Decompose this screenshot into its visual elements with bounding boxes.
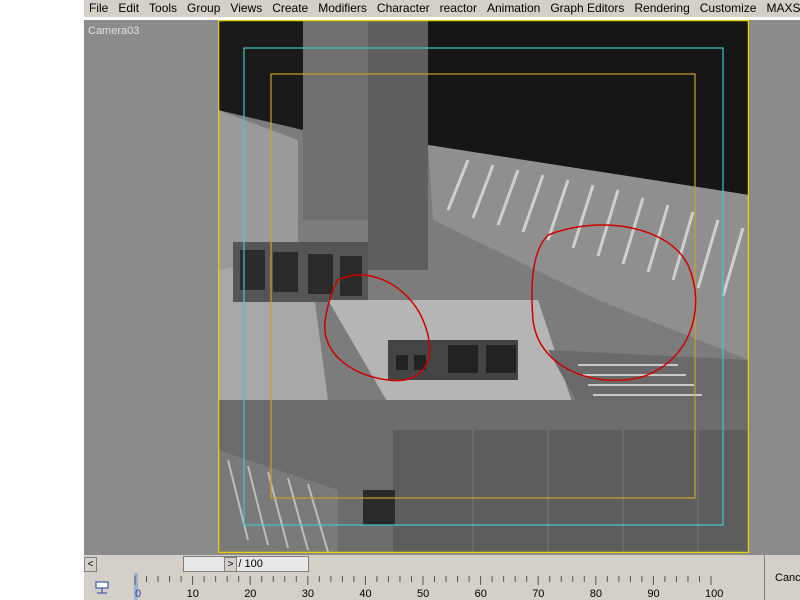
ruler-label: 30: [302, 588, 314, 600]
ruler-label: 90: [647, 588, 659, 600]
ruler-label: 70: [532, 588, 544, 600]
menu-item-file[interactable]: File: [84, 0, 113, 17]
menu-item-customize[interactable]: Customize: [695, 0, 762, 17]
ruler-label: 10: [187, 588, 199, 600]
time-slider[interactable]: 0 / 100: [183, 556, 309, 572]
menu-bar: File Edit Tools Group Views Create Modifiers Ch…: [84, 0, 800, 17]
menu-item-group[interactable]: Group: [182, 0, 225, 17]
frame-ruler[interactable]: 0 10 20 30 40 50 60 70 80 90 100: [134, 573, 764, 600]
menu-item-create[interactable]: Create: [267, 0, 313, 17]
camera-viewport-render[interactable]: [218, 20, 749, 553]
chevron-left-icon[interactable]: <: [84, 557, 97, 572]
ruler-label: 60: [475, 588, 487, 600]
menu-item-animation[interactable]: Animation: [482, 0, 545, 17]
ruler-label: 100: [705, 588, 723, 600]
key-mode-icon[interactable]: [94, 579, 112, 595]
time-slider-bar: < 0 / 100 >: [84, 555, 800, 573]
viewport-label[interactable]: Camera03: [88, 25, 139, 37]
ruler-label: 0: [135, 588, 141, 600]
right-panel: Canc: [764, 555, 800, 600]
menu-item-maxscript[interactable]: MAXScript: [761, 0, 800, 17]
chevron-right-icon[interactable]: >: [224, 557, 237, 572]
menu-item-graph-editors[interactable]: Graph Editors: [545, 0, 629, 17]
menu-item-views[interactable]: Views: [225, 0, 267, 17]
track-bar[interactable]: 0 10 20 30 40 50 60 70 80 90 100: [84, 573, 764, 600]
ruler-label: 40: [359, 588, 371, 600]
menu-item-reactor[interactable]: reactor: [435, 0, 482, 17]
menu-item-edit[interactable]: Edit: [113, 0, 144, 17]
ruler-label: 80: [590, 588, 602, 600]
menu-item-modifiers[interactable]: Modifiers: [313, 0, 372, 17]
menu-item-tools[interactable]: Tools: [144, 0, 182, 17]
ruler-label: 20: [244, 588, 256, 600]
menu-item-character[interactable]: Character: [372, 0, 435, 17]
ruler-label: 50: [417, 588, 429, 600]
menu-item-rendering[interactable]: Rendering: [629, 0, 694, 17]
cancel-button[interactable]: Canc: [775, 572, 800, 584]
